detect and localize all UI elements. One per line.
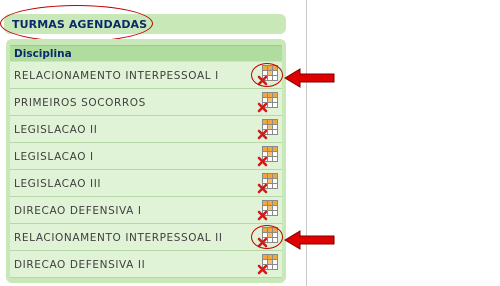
page-title: TURMAS AGENDADAS (12, 18, 148, 31)
scheduled-classes-panel: Disciplina RELACIONAMENTO INTERPESSOAL I… (6, 39, 286, 283)
table-row: RELACIONAMENTO INTERPESSOAL II (10, 224, 282, 251)
discipline-name: LEGISLACAO II (14, 124, 98, 136)
schedule-delete-icon[interactable] (257, 146, 279, 167)
table-row: RELACIONAMENTO INTERPESSOAL I (10, 62, 282, 89)
schedule-delete-icon[interactable] (257, 200, 279, 221)
title-bar: TURMAS AGENDADAS (4, 14, 286, 34)
red-arrow-icon (284, 68, 335, 88)
discipline-name: LEGISLACAO III (14, 178, 102, 190)
table-header: Disciplina (10, 45, 282, 61)
schedule-delete-icon[interactable] (257, 65, 279, 86)
red-arrow-icon (284, 230, 335, 250)
discipline-name: RELACIONAMENTO INTERPESSOAL II (14, 232, 223, 244)
schedule-delete-icon[interactable] (257, 173, 279, 194)
table-row: DIRECAO DEFENSIVA I (10, 197, 282, 224)
table-row: LEGISLACAO I (10, 143, 282, 170)
schedule-delete-icon[interactable] (257, 254, 279, 275)
table-row: LEGISLACAO II (10, 116, 282, 143)
table-row: PRIMEIROS SOCORROS (10, 89, 282, 116)
discipline-name: DIRECAO DEFENSIVA I (14, 205, 142, 217)
schedule-delete-icon[interactable] (257, 227, 279, 248)
schedule-delete-icon[interactable] (257, 92, 279, 113)
column-header-disciplina: Disciplina (14, 48, 72, 60)
discipline-name: DIRECAO DEFENSIVA II (14, 259, 146, 271)
schedule-delete-icon[interactable] (257, 119, 279, 140)
table-row: DIRECAO DEFENSIVA II (10, 251, 282, 278)
discipline-name: PRIMEIROS SOCORROS (14, 97, 146, 109)
discipline-name: LEGISLACAO I (14, 151, 94, 163)
table-row: LEGISLACAO III (10, 170, 282, 197)
main-content: TURMAS AGENDADAS Disciplina RELACIONAMEN… (0, 0, 306, 286)
discipline-name: RELACIONAMENTO INTERPESSOAL I (14, 70, 219, 82)
